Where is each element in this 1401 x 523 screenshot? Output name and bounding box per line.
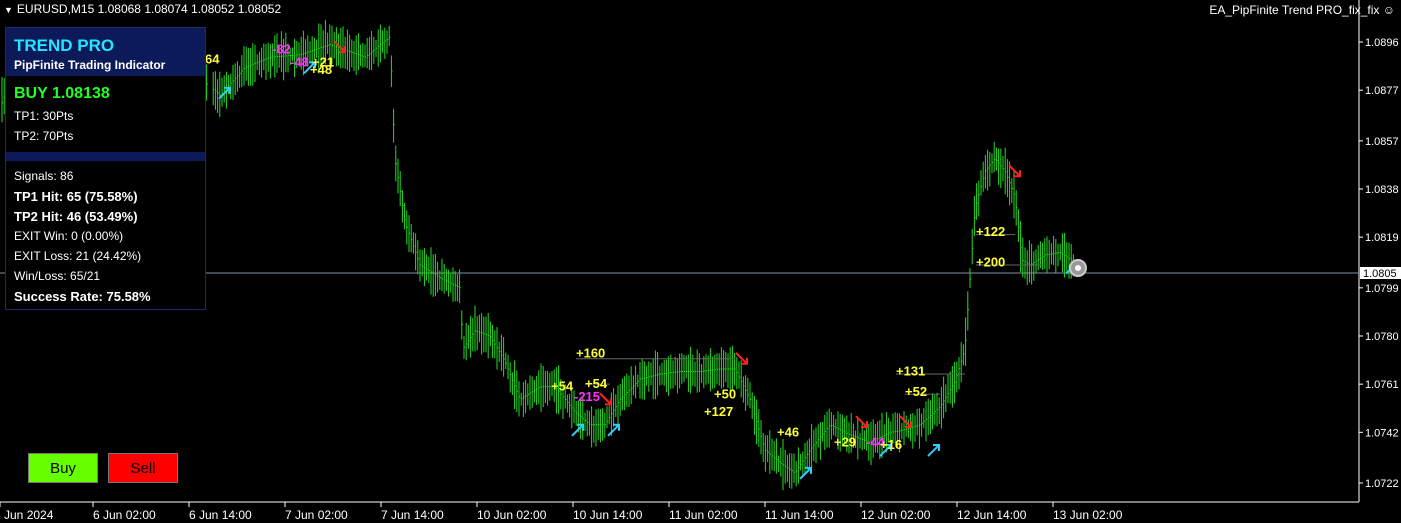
- trade-result-label: -215: [574, 389, 600, 404]
- panel-subtitle: PipFinite Trading Indicator: [14, 58, 166, 72]
- y-tick-label: 1.0780: [1365, 331, 1399, 343]
- trade-result-label: +122: [976, 224, 1005, 239]
- position-marker-dot: [1075, 265, 1081, 271]
- trend-pro-panel: TREND PRO PipFinite Trading Indicator BU…: [5, 27, 206, 310]
- x-tick-label: 13 Jun 02:00: [1053, 508, 1123, 522]
- y-tick-label: 1.0877: [1365, 85, 1399, 97]
- x-tick-label: 6 Jun 14:00: [189, 508, 252, 522]
- tp2-label: TP2: 70Pts: [14, 129, 74, 143]
- trade-result-label: +127: [704, 404, 733, 419]
- y-tick-label: 1.0819: [1365, 232, 1399, 244]
- x-tick-label: 12 Jun 02:00: [861, 508, 931, 522]
- buy-button[interactable]: Buy: [28, 453, 98, 483]
- trade-result-label: +16: [880, 437, 902, 452]
- win-loss: Win/Loss: 65/21: [14, 269, 101, 283]
- trade-result-label: +54: [551, 379, 574, 394]
- success-rate: Success Rate: 75.58%: [14, 289, 151, 304]
- y-tick-label: 1.0896: [1365, 37, 1399, 49]
- y-tick-label: 1.0742: [1365, 427, 1399, 439]
- y-tick-label: 1.0838: [1365, 184, 1399, 196]
- y-tick-label: 1.0761: [1365, 379, 1399, 391]
- panel-title: TREND PRO: [14, 36, 115, 55]
- x-tick-label: 10 Jun 14:00: [573, 508, 643, 522]
- dropdown-triangle-icon[interactable]: ▼: [4, 5, 13, 15]
- trade-result-label: +131: [896, 363, 925, 378]
- y-tick-label: 1.0857: [1365, 136, 1399, 148]
- tp1-label: TP1: 30Pts: [14, 109, 74, 123]
- buy-signal-arrow-icon: [927, 444, 940, 457]
- trade-result-label: -82: [272, 42, 291, 57]
- tp2-hit: TP2 Hit: 46 (53.49%): [14, 209, 138, 224]
- x-tick-label: 12 Jun 14:00: [957, 508, 1027, 522]
- trade-result-label: -48: [290, 54, 309, 69]
- tp1-hit: TP1 Hit: 65 (75.58%): [14, 189, 138, 204]
- exit-win: EXIT Win: 0 (0.00%): [14, 229, 124, 243]
- trade-result-label: +29: [834, 434, 856, 449]
- x-tick-label: 7 Jun 02:00: [285, 508, 348, 522]
- price-chart[interactable]: 1.0896 1.0877 1.0857 1.0838 1.0819 1.0799 1.07…: [0, 0, 1401, 523]
- current-price-label: 1.0805: [1363, 268, 1397, 280]
- sell-signal-arrow-icon: [599, 392, 612, 406]
- sell-button[interactable]: Sell: [108, 453, 178, 483]
- trade-result-label: +46: [777, 424, 799, 439]
- symbol-line: EURUSD,M15 1.08068 1.08074 1.08052 1.080…: [16, 2, 282, 16]
- y-tick-label: 1.0722: [1365, 478, 1399, 490]
- x-tick-label: 11 Jun 14:00: [765, 508, 834, 522]
- trade-result-label: +160: [576, 346, 605, 361]
- signals-count: Signals: 86: [14, 169, 74, 183]
- symbol-header: ▼ EURUSD,M15 1.08068 1.08074 1.08052 1.08…: [4, 2, 281, 16]
- trade-result-label: +52: [905, 384, 927, 399]
- trade-result-label: +200: [976, 255, 1005, 270]
- x-tick-label: 5 Jun 2024: [0, 508, 54, 522]
- x-tick-label: 7 Jun 14:00: [381, 508, 444, 522]
- trade-result-label: +50: [714, 386, 736, 401]
- buy-signal-arrow-icon: [571, 423, 584, 437]
- x-tick-label: 10 Jun 02:00: [477, 508, 547, 522]
- exit-loss: EXIT Loss: 21 (24.42%): [14, 249, 142, 263]
- panel-separator: [6, 152, 205, 161]
- y-tick-label: 1.0799: [1365, 283, 1399, 295]
- x-tick-label: 6 Jun 02:00: [93, 508, 156, 522]
- signal-text: BUY 1.08138: [14, 85, 110, 102]
- trade-result-label: +48: [310, 62, 332, 77]
- ea-label: EA_PipFinite Trend PRO_fix_fix ☺: [1209, 3, 1395, 17]
- trade-result-label: 64: [205, 52, 220, 67]
- x-tick-label: 11 Jun 02:00: [669, 508, 738, 522]
